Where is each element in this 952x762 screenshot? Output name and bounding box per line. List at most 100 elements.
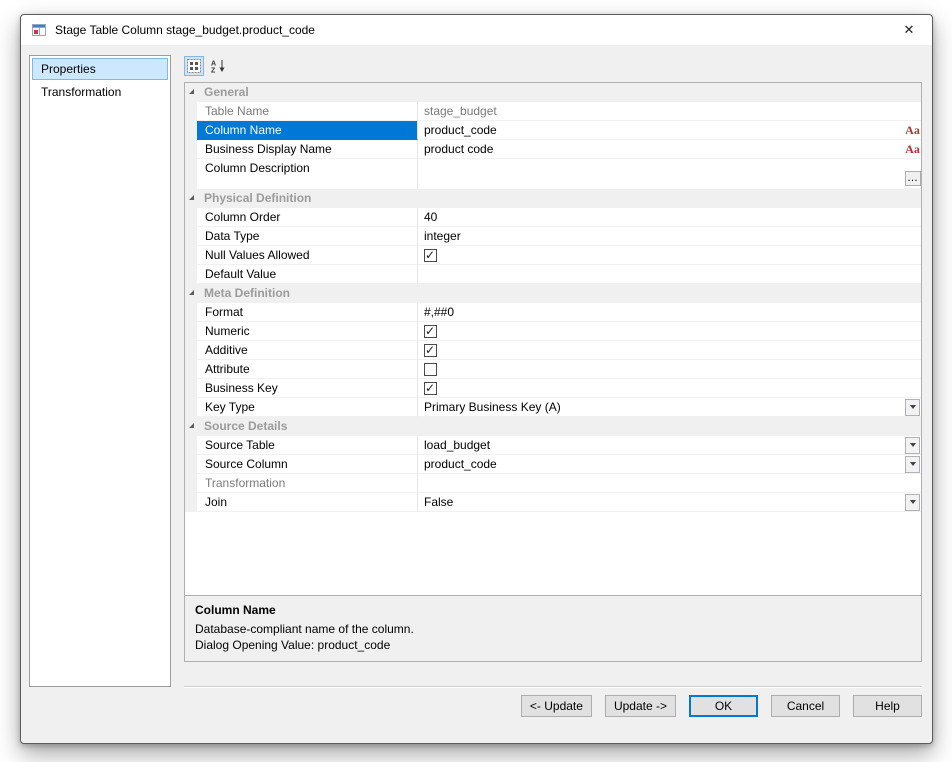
prop-row-business-display-name[interactable]: Business Display Name product code Aa xyxy=(185,140,921,159)
prop-value[interactable]: Primary Business Key (A) xyxy=(418,398,904,417)
prop-row-column-order[interactable]: Column Order 40 xyxy=(185,208,921,227)
button-row: <- Update Update -> OK Cancel Help xyxy=(184,695,922,717)
property-help-panel: Column Name Database-compliant name of t… xyxy=(185,595,921,661)
prop-row-numeric[interactable]: Numeric xyxy=(185,322,921,341)
section-header-source-details[interactable]: Source Details xyxy=(185,417,921,436)
prop-row-table-name[interactable]: Table Name stage_budget xyxy=(185,102,921,121)
update-forward-button[interactable]: Update -> xyxy=(604,695,676,717)
dropdown-arrow-icon[interactable] xyxy=(905,436,920,454)
prop-value[interactable]: #,##0 xyxy=(418,303,904,322)
sort-az-icon: A Z xyxy=(211,60,224,74)
help-button[interactable]: Help xyxy=(853,695,922,717)
ellipsis-button[interactable]: … xyxy=(904,171,921,186)
prop-value[interactable] xyxy=(418,159,904,190)
prop-value xyxy=(418,474,904,493)
prop-value[interactable]: product_code xyxy=(418,121,904,140)
prop-label: Default Value xyxy=(197,265,418,284)
svg-text:A: A xyxy=(211,61,216,68)
checkbox[interactable] xyxy=(424,362,437,376)
checkbox[interactable] xyxy=(424,246,437,264)
title-bar: Stage Table Column stage_budget.product_… xyxy=(21,15,932,45)
property-grid-toolbar: A Z xyxy=(184,55,922,77)
prop-label: Key Type xyxy=(197,398,418,417)
prop-label: Table Name xyxy=(197,102,418,121)
checkbox[interactable] xyxy=(424,322,437,340)
prop-label: Data Type xyxy=(197,227,418,246)
close-icon[interactable]: ✕ xyxy=(892,22,926,38)
prop-row-column-description[interactable]: Column Description … xyxy=(185,159,921,190)
update-back-button[interactable]: <- Update xyxy=(520,695,592,717)
help-title: Column Name xyxy=(195,603,276,617)
main-column: A Z General Table Name stage_budget Colu… xyxy=(184,55,922,743)
prop-row-source-table[interactable]: Source Table load_budget xyxy=(185,436,921,455)
section-title: Meta Definition xyxy=(204,286,290,300)
prop-value[interactable]: product_code xyxy=(418,455,904,474)
collapse-triangle-icon xyxy=(188,423,194,428)
prop-row-additive[interactable]: Additive xyxy=(185,341,921,360)
section-title: Source Details xyxy=(204,419,288,433)
font-dialog-icon[interactable]: Aa xyxy=(905,143,920,155)
prop-row-transformation[interactable]: Transformation xyxy=(185,474,921,493)
prop-value[interactable]: load_budget xyxy=(418,436,904,455)
dropdown-arrow-icon[interactable] xyxy=(905,493,920,511)
window-title: Stage Table Column stage_budget.product_… xyxy=(55,23,315,37)
prop-row-default-value[interactable]: Default Value xyxy=(185,265,921,284)
svg-text:Z: Z xyxy=(211,68,216,74)
prop-label: Null Values Allowed xyxy=(197,246,418,265)
prop-label: Source Table xyxy=(197,436,418,455)
prop-row-attribute[interactable]: Attribute xyxy=(185,360,921,379)
stage-table-column-dialog: Stage Table Column stage_budget.product_… xyxy=(20,14,933,744)
prop-row-join[interactable]: Join False xyxy=(185,493,921,512)
section-header-meta-definition[interactable]: Meta Definition xyxy=(185,284,921,303)
checkbox[interactable] xyxy=(424,341,437,359)
prop-value[interactable]: 40 xyxy=(418,208,904,227)
dialog-body: Properties Transformation A Z General Ta… xyxy=(21,45,932,743)
help-line: Database-compliant name of the column. xyxy=(195,622,414,636)
prop-row-null-values-allowed[interactable]: Null Values Allowed xyxy=(185,246,921,265)
prop-label: Column Name xyxy=(197,121,418,140)
sidebar-item-properties[interactable]: Properties xyxy=(32,58,168,80)
prop-row-key-type[interactable]: Key Type Primary Business Key (A) xyxy=(185,398,921,417)
categorized-view-button[interactable] xyxy=(184,56,204,76)
prop-value[interactable]: integer xyxy=(418,227,904,246)
dropdown-arrow-icon[interactable] xyxy=(905,455,920,473)
prop-value[interactable]: product code xyxy=(418,140,904,159)
prop-label: Column Description xyxy=(197,159,418,190)
font-dialog-icon[interactable]: Aa xyxy=(905,124,920,136)
prop-label: Additive xyxy=(197,341,418,360)
page-list: Properties Transformation xyxy=(29,55,171,687)
section-header-physical-definition[interactable]: Physical Definition xyxy=(185,189,921,208)
prop-label: Transformation xyxy=(197,474,418,493)
prop-label: Numeric xyxy=(197,322,418,341)
prop-label: Business Display Name xyxy=(197,140,418,159)
property-grid: General Table Name stage_budget Column N… xyxy=(184,82,922,662)
collapse-triangle-icon xyxy=(188,290,194,295)
prop-value[interactable]: False xyxy=(418,493,904,512)
sort-alphabetical-button[interactable]: A Z xyxy=(208,56,228,76)
sidebar-item-transformation[interactable]: Transformation xyxy=(32,81,168,103)
prop-row-source-column[interactable]: Source Column product_code xyxy=(185,455,921,474)
categorized-icon xyxy=(187,59,201,73)
cancel-button[interactable]: Cancel xyxy=(771,695,840,717)
prop-label: Source Column xyxy=(197,455,418,474)
prop-row-business-key[interactable]: Business Key xyxy=(185,379,921,398)
help-line: Dialog Opening Value: product_code xyxy=(195,638,391,652)
prop-row-data-type[interactable]: Data Type integer xyxy=(185,227,921,246)
ok-button[interactable]: OK xyxy=(689,695,758,717)
separator xyxy=(184,686,922,688)
prop-value[interactable] xyxy=(418,265,904,284)
prop-label: Join xyxy=(197,493,418,512)
grid-filler xyxy=(185,512,921,595)
dropdown-arrow-icon[interactable] xyxy=(905,398,920,416)
collapse-triangle-icon xyxy=(188,195,194,200)
prop-row-format[interactable]: Format #,##0 xyxy=(185,303,921,322)
section-header-general[interactable]: General xyxy=(185,83,921,102)
checkbox[interactable] xyxy=(424,379,437,397)
app-icon xyxy=(31,22,47,38)
prop-row-column-name[interactable]: Column Name product_code Aa xyxy=(185,121,921,140)
section-title: General xyxy=(204,85,249,99)
prop-label: Format xyxy=(197,303,418,322)
prop-label: Column Order xyxy=(197,208,418,227)
prop-label: Attribute xyxy=(197,360,418,379)
prop-label: Business Key xyxy=(197,379,418,398)
